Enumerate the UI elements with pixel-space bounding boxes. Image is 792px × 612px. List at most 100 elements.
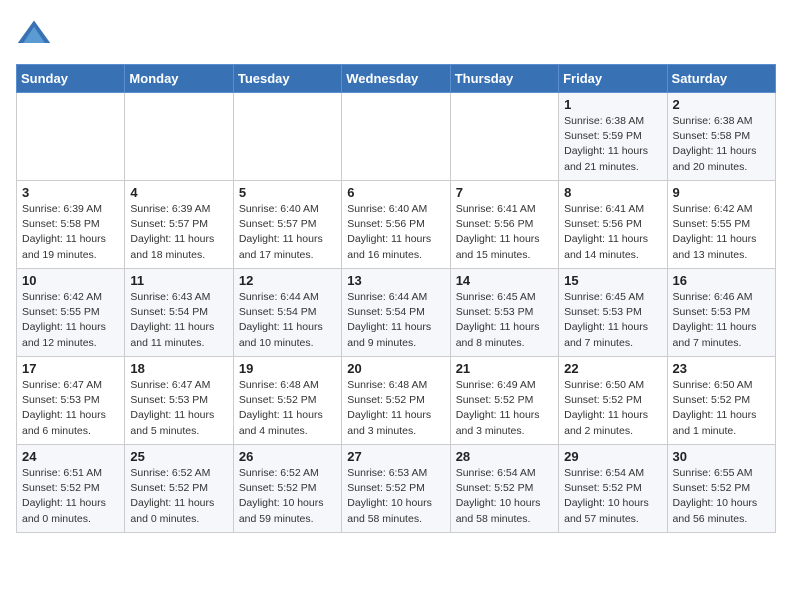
calendar-cell: 14Sunrise: 6:45 AM Sunset: 5:53 PM Dayli…	[450, 269, 558, 357]
cell-content: Sunrise: 6:47 AM Sunset: 5:53 PM Dayligh…	[22, 378, 119, 439]
calendar-cell: 27 Sunrise: 6:53 AM Sunset: 5:52 PM Dayli…	[342, 445, 450, 533]
calendar-cell: 29 Sunrise: 6:54 AM Sunset: 5:52 PM Dayli…	[559, 445, 667, 533]
col-header-friday: Friday	[559, 65, 667, 93]
col-header-monday: Monday	[125, 65, 233, 93]
day-number: 27	[347, 449, 444, 464]
calendar-cell: 8 Sunrise: 6:41 AM Sunset: 5:56 PM Daylig…	[559, 181, 667, 269]
day-number: 10	[22, 273, 119, 288]
day-number: 23	[673, 361, 770, 376]
calendar-cell: 6Sunrise: 6:40 AM Sunset: 5:56 PM Daylig…	[342, 181, 450, 269]
col-header-sunday: Sunday	[17, 65, 125, 93]
cell-content: Sunrise: 6:38 AM Sunset: 5:59 PM Dayligh…	[564, 114, 661, 175]
day-number: 28	[456, 449, 553, 464]
day-number: 3	[22, 185, 119, 200]
day-number: 16	[673, 273, 770, 288]
calendar-cell: 17 Sunrise: 6:47 AM Sunset: 5:53 PM Dayli…	[17, 357, 125, 445]
cell-content: Sunrise: 6:54 AM Sunset: 5:52 PM Dayligh…	[456, 466, 553, 527]
calendar-cell: 18 Sunrise: 6:47 AM Sunset: 5:53 PM Dayli…	[125, 357, 233, 445]
day-number: 6	[347, 185, 444, 200]
cell-content: Sunrise: 6:45 AM Sunset: 5:53 PM Dayligh…	[564, 290, 661, 351]
calendar-cell: 5 Sunrise: 6:40 AM Sunset: 5:57 PM Daylig…	[233, 181, 341, 269]
day-number: 15	[564, 273, 661, 288]
cell-content: Sunrise: 6:51 AM Sunset: 5:52 PM Dayligh…	[22, 466, 119, 527]
cell-content: Sunrise: 6:42 AM Sunset: 5:55 PM Dayligh…	[22, 290, 119, 351]
calendar-cell	[233, 93, 341, 181]
col-header-tuesday: Tuesday	[233, 65, 341, 93]
cell-content: Sunrise: 6:48 AM Sunset: 5:52 PM Dayligh…	[239, 378, 336, 439]
day-number: 9	[673, 185, 770, 200]
calendar-cell: 13 Sunrise: 6:44 AM Sunset: 5:54 PM Dayli…	[342, 269, 450, 357]
logo	[16, 16, 58, 52]
calendar-cell: 11 Sunrise: 6:43 AM Sunset: 5:54 PM Dayli…	[125, 269, 233, 357]
day-number: 18	[130, 361, 227, 376]
calendar-cell	[342, 93, 450, 181]
day-number: 20	[347, 361, 444, 376]
cell-content: Sunrise: 6:44 AM Sunset: 5:54 PM Dayligh…	[239, 290, 336, 351]
cell-content: Sunrise: 6:52 AM Sunset: 5:52 PM Dayligh…	[130, 466, 227, 527]
calendar-cell: 23 Sunrise: 6:50 AM Sunset: 5:52 PM Dayli…	[667, 357, 775, 445]
day-number: 7	[456, 185, 553, 200]
day-number: 30	[673, 449, 770, 464]
day-number: 5	[239, 185, 336, 200]
day-number: 24	[22, 449, 119, 464]
calendar-cell: 10 Sunrise: 6:42 AM Sunset: 5:55 PM Dayli…	[17, 269, 125, 357]
calendar-cell: 12 Sunrise: 6:44 AM Sunset: 5:54 PM Dayli…	[233, 269, 341, 357]
day-number: 8	[564, 185, 661, 200]
cell-content: Sunrise: 6:41 AM Sunset: 5:56 PM Dayligh…	[564, 202, 661, 263]
calendar-cell: 25 Sunrise: 6:52 AM Sunset: 5:52 PM Dayli…	[125, 445, 233, 533]
calendar-cell: 2 Sunrise: 6:38 AM Sunset: 5:58 PM Daylig…	[667, 93, 775, 181]
day-number: 13	[347, 273, 444, 288]
day-number: 25	[130, 449, 227, 464]
calendar-week-2: 3 Sunrise: 6:39 AM Sunset: 5:58 PM Daylig…	[17, 181, 776, 269]
cell-content: Sunrise: 6:44 AM Sunset: 5:54 PM Dayligh…	[347, 290, 444, 351]
cell-content: Sunrise: 6:40 AM Sunset: 5:57 PM Dayligh…	[239, 202, 336, 263]
day-number: 19	[239, 361, 336, 376]
cell-content: Sunrise: 6:38 AM Sunset: 5:58 PM Dayligh…	[673, 114, 770, 175]
cell-content: Sunrise: 6:52 AM Sunset: 5:52 PM Dayligh…	[239, 466, 336, 527]
day-number: 12	[239, 273, 336, 288]
calendar-cell: 1 Sunrise: 6:38 AM Sunset: 5:59 PM Daylig…	[559, 93, 667, 181]
cell-content: Sunrise: 6:53 AM Sunset: 5:52 PM Dayligh…	[347, 466, 444, 527]
day-number: 17	[22, 361, 119, 376]
cell-content: Sunrise: 6:39 AM Sunset: 5:57 PM Dayligh…	[130, 202, 227, 263]
calendar-cell: 28 Sunrise: 6:54 AM Sunset: 5:52 PM Dayli…	[450, 445, 558, 533]
cell-content: Sunrise: 6:50 AM Sunset: 5:52 PM Dayligh…	[564, 378, 661, 439]
day-number: 22	[564, 361, 661, 376]
calendar-table: SundayMondayTuesdayWednesdayThursdayFrid…	[16, 64, 776, 533]
page-header	[16, 16, 776, 52]
calendar-week-3: 10 Sunrise: 6:42 AM Sunset: 5:55 PM Dayli…	[17, 269, 776, 357]
calendar-cell: 15 Sunrise: 6:45 AM Sunset: 5:53 PM Dayli…	[559, 269, 667, 357]
col-header-saturday: Saturday	[667, 65, 775, 93]
cell-content: Sunrise: 6:39 AM Sunset: 5:58 PM Dayligh…	[22, 202, 119, 263]
calendar-cell: 20 Sunrise: 6:48 AM Sunset: 5:52 PM Dayli…	[342, 357, 450, 445]
cell-content: Sunrise: 6:47 AM Sunset: 5:53 PM Dayligh…	[130, 378, 227, 439]
day-number: 2	[673, 97, 770, 112]
day-number: 11	[130, 273, 227, 288]
cell-content: Sunrise: 6:49 AM Sunset: 5:52 PM Dayligh…	[456, 378, 553, 439]
calendar-cell: 26 Sunrise: 6:52 AM Sunset: 5:52 PM Dayli…	[233, 445, 341, 533]
cell-content: Sunrise: 6:43 AM Sunset: 5:54 PM Dayligh…	[130, 290, 227, 351]
calendar-week-5: 24 Sunrise: 6:51 AM Sunset: 5:52 PM Dayli…	[17, 445, 776, 533]
cell-content: Sunrise: 6:45 AM Sunset: 5:53 PM Dayligh…	[456, 290, 553, 351]
cell-content: Sunrise: 6:48 AM Sunset: 5:52 PM Dayligh…	[347, 378, 444, 439]
calendar-week-1: 1 Sunrise: 6:38 AM Sunset: 5:59 PM Daylig…	[17, 93, 776, 181]
day-number: 29	[564, 449, 661, 464]
col-header-wednesday: Wednesday	[342, 65, 450, 93]
cell-content: Sunrise: 6:55 AM Sunset: 5:52 PM Dayligh…	[673, 466, 770, 527]
cell-content: Sunrise: 6:50 AM Sunset: 5:52 PM Dayligh…	[673, 378, 770, 439]
col-header-thursday: Thursday	[450, 65, 558, 93]
calendar-cell: 19 Sunrise: 6:48 AM Sunset: 5:52 PM Dayli…	[233, 357, 341, 445]
day-number: 4	[130, 185, 227, 200]
calendar-cell: 3 Sunrise: 6:39 AM Sunset: 5:58 PM Daylig…	[17, 181, 125, 269]
cell-content: Sunrise: 6:41 AM Sunset: 5:56 PM Dayligh…	[456, 202, 553, 263]
calendar-cell: 16 Sunrise: 6:46 AM Sunset: 5:53 PM Dayli…	[667, 269, 775, 357]
calendar-cell	[17, 93, 125, 181]
cell-content: Sunrise: 6:54 AM Sunset: 5:52 PM Dayligh…	[564, 466, 661, 527]
day-number: 1	[564, 97, 661, 112]
cell-content: Sunrise: 6:42 AM Sunset: 5:55 PM Dayligh…	[673, 202, 770, 263]
calendar-cell	[125, 93, 233, 181]
cell-content: Sunrise: 6:46 AM Sunset: 5:53 PM Dayligh…	[673, 290, 770, 351]
day-number: 26	[239, 449, 336, 464]
calendar-cell	[450, 93, 558, 181]
calendar-cell: 21Sunrise: 6:49 AM Sunset: 5:52 PM Dayli…	[450, 357, 558, 445]
